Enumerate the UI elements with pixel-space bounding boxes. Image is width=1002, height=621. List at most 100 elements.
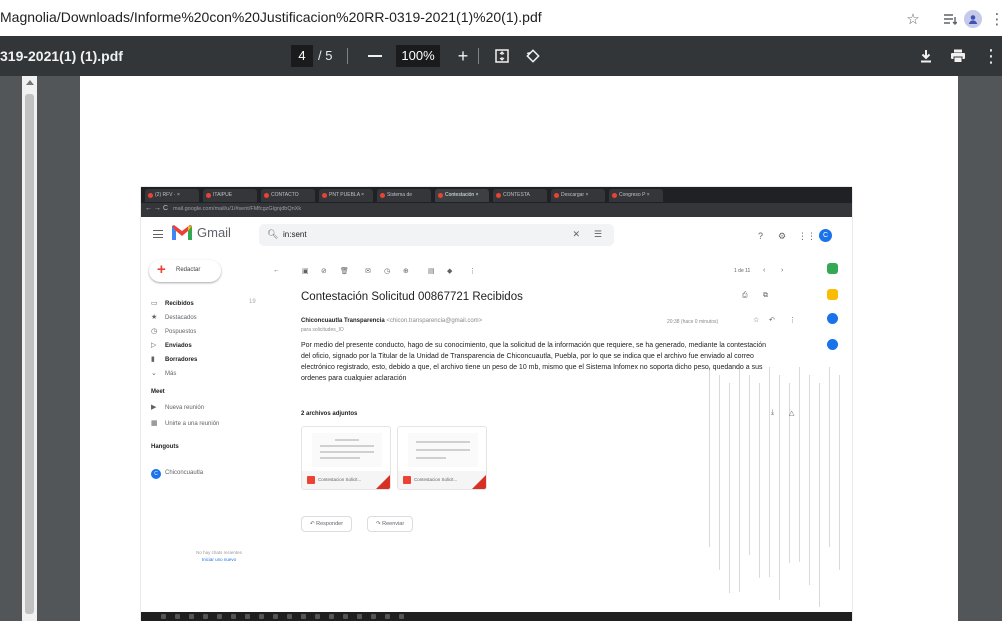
bleed-stroke — [839, 375, 840, 570]
meet-title: Meet — [151, 389, 165, 395]
delete-icon: 🗑︎ — [340, 268, 349, 275]
pdf-corner-icon — [472, 475, 486, 489]
zoom-out-icon[interactable] — [364, 45, 386, 67]
rotate-icon[interactable] — [522, 45, 544, 67]
page-number-input[interactable]: 4 — [291, 45, 313, 67]
taskbar-app-icon — [259, 614, 264, 619]
back-icon: ← — [145, 205, 152, 212]
spam-icon: ⊘ — [321, 268, 327, 275]
tab-favicon-icon — [438, 193, 443, 198]
fit-page-icon[interactable] — [491, 45, 513, 67]
gmail-search-query: in:sent — [283, 230, 307, 239]
taskbar-app-icon — [399, 614, 404, 619]
chevron-down-icon: ⌄ — [151, 370, 157, 377]
apps-icon: ⋮⋮ — [798, 231, 816, 241]
tab-favicon-icon — [264, 193, 269, 198]
archive-icon: ▣ — [302, 268, 309, 275]
chevron-right-icon: › — [781, 267, 784, 274]
bleed-stroke — [779, 375, 780, 600]
embedded-tab: CONTACTO — [261, 189, 315, 202]
open-new-window-icon: ⧉ — [763, 292, 768, 299]
taskbar-app-icon — [217, 614, 222, 619]
forward-button: ↷ Reenviar — [367, 516, 414, 532]
zoom-input[interactable]: 100% — [396, 45, 440, 67]
tasks-icon — [827, 313, 838, 324]
gmail-app-name: Gmail — [197, 225, 231, 240]
chevron-left-icon: ‹ — [763, 267, 766, 274]
profile-icon[interactable] — [963, 9, 983, 29]
keep-icon — [827, 289, 838, 300]
download-icon[interactable] — [915, 45, 937, 67]
scroll-up-icon[interactable] — [26, 80, 34, 85]
more-icon[interactable]: ⋮ — [980, 45, 1002, 67]
url-text[interactable]: Magnolia/Downloads/Informe%20con%20Justi… — [0, 9, 542, 25]
snooze-icon: ◷ — [384, 268, 391, 275]
reply-button: ↶ Responder — [301, 516, 353, 532]
bleed-stroke — [829, 367, 830, 547]
taskbar-app-icon — [357, 614, 362, 619]
draft-icon: ▮ — [151, 356, 155, 363]
pdf-toolbar: 319-2021(1) (1).pdf 4 / 5 100% + ⋮ — [0, 36, 1002, 76]
taskbar-app-icon — [161, 614, 166, 619]
taskbar-app-icon — [273, 614, 278, 619]
menu-icon[interactable]: ⋮ — [987, 9, 1002, 29]
embedded-tab-strip: (2) RFV · × ITAIPUE CONTACTO PNT PUEBLA × Si… — [141, 187, 852, 203]
reload-icon: C — [163, 205, 169, 212]
taskbar-app-icon — [371, 614, 376, 619]
embedded-screenshot: (2) RFV · × ITAIPUE CONTACTO PNT PUEBLA × Si… — [141, 187, 852, 621]
taskbar-app-icon — [315, 614, 320, 619]
bleed-stroke — [759, 383, 760, 578]
chat-empty-state: No hay chats recientes Iniciar uno nuevo — [196, 550, 242, 562]
print-icon: ⎙ — [742, 292, 748, 299]
bleed-stroke — [789, 383, 790, 563]
embedded-tab: CONTESTA — [493, 189, 547, 202]
reply-icon: ↶ — [769, 317, 775, 324]
clear-icon: ✕ — [572, 229, 580, 239]
email-recipient: para solicitudes_IO — [301, 327, 344, 333]
gmail-logo-icon — [172, 225, 192, 240]
nav-item-borradores: ▮ Borradores — [151, 356, 198, 363]
bleed-stroke — [809, 375, 810, 585]
tab-favicon-icon — [148, 193, 153, 198]
email-sender: Chiconcuautla Transparencia <chicon.tran… — [301, 318, 483, 324]
embedded-tab: Contestación × — [435, 189, 489, 202]
clock-icon: ◷ — [151, 328, 158, 335]
pdf-filename: 319-2021(1) (1).pdf — [0, 48, 123, 64]
attachment-thumbnail — [408, 433, 478, 467]
nav-item-pospuestos: ◷ Pospuestos — [151, 328, 197, 335]
print-icon[interactable] — [947, 45, 969, 67]
search-icon: 🔍︎ — [267, 229, 279, 239]
label-icon: ◆ — [447, 268, 453, 275]
taskbar-app-icon — [203, 614, 208, 619]
star-icon[interactable]: ☆ — [903, 9, 923, 29]
email-date: 20:38 (hace 0 minutos) — [667, 319, 719, 325]
bleed-stroke — [729, 383, 730, 593]
bleed-stroke — [739, 367, 740, 592]
scrollbar[interactable] — [22, 76, 37, 621]
attachments-title: 2 archivos adjuntos — [301, 411, 358, 417]
taskbar-app-icon — [245, 614, 250, 619]
move-icon: ▤ — [428, 268, 435, 275]
pdf-corner-icon — [376, 475, 390, 489]
scrollbar-thumb[interactable] — [25, 94, 34, 614]
compose-plus-icon: + — [157, 261, 166, 278]
tab-favicon-icon — [380, 193, 385, 198]
pdf-file-icon — [403, 476, 411, 484]
meet-join-meeting: ▦ Unirte a una reunión — [151, 420, 220, 427]
calendar-icon — [827, 263, 838, 274]
address-bar[interactable]: Magnolia/Downloads/Informe%20con%20Justi… — [0, 0, 1002, 36]
browser-window: Magnolia/Downloads/Informe%20con%20Justi… — [0, 0, 1002, 621]
reading-list-icon[interactable] — [940, 9, 960, 29]
taskbar — [141, 612, 852, 621]
attachment-card: Contestacion Solicit... — [301, 426, 391, 490]
embedded-tab: Congreso P × — [609, 189, 663, 202]
mark-unread-icon: ✉ — [365, 268, 371, 275]
bleed-stroke — [749, 375, 750, 555]
inbox-icon: ▭ — [151, 300, 158, 307]
embedded-tab: Descargar × — [551, 189, 605, 202]
star-icon: ☆ — [753, 317, 760, 324]
taskbar-app-icon — [287, 614, 292, 619]
taskbar-app-icon — [231, 614, 236, 619]
zoom-in-icon[interactable]: + — [452, 45, 474, 67]
tab-favicon-icon — [612, 193, 617, 198]
